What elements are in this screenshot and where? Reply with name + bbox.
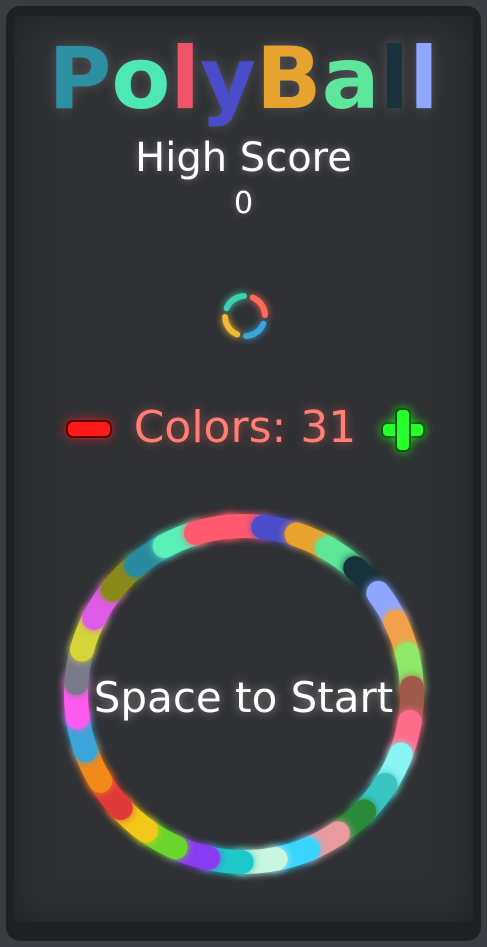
start-prompt: Space to Start (93, 673, 394, 722)
ring-segment (183, 514, 242, 546)
colors-count-label: Colors: 31 (133, 402, 357, 453)
title-letter: P (48, 29, 112, 129)
decrease-colors-button[interactable] (66, 420, 112, 438)
title-letter: o (111, 29, 171, 129)
high-score-value: 0 (233, 186, 254, 221)
title-letter: a (321, 29, 380, 129)
title-letter: y (199, 29, 257, 129)
player-ball-ring (222, 293, 268, 339)
increase-colors-button[interactable] (378, 406, 428, 452)
plus-icon-vertical (395, 408, 411, 452)
title-letter: l (379, 29, 410, 129)
small-ring-segment (243, 320, 267, 339)
small-ring-segment (249, 294, 268, 318)
title-letter: B (256, 29, 322, 129)
game-title: PolyBall (0, 34, 487, 124)
small-ring-segment (223, 293, 247, 312)
high-score-label: High Score (135, 135, 352, 181)
title-letter: l (409, 29, 439, 129)
small-ring-segment (222, 314, 241, 338)
title-letter: l (170, 29, 200, 129)
